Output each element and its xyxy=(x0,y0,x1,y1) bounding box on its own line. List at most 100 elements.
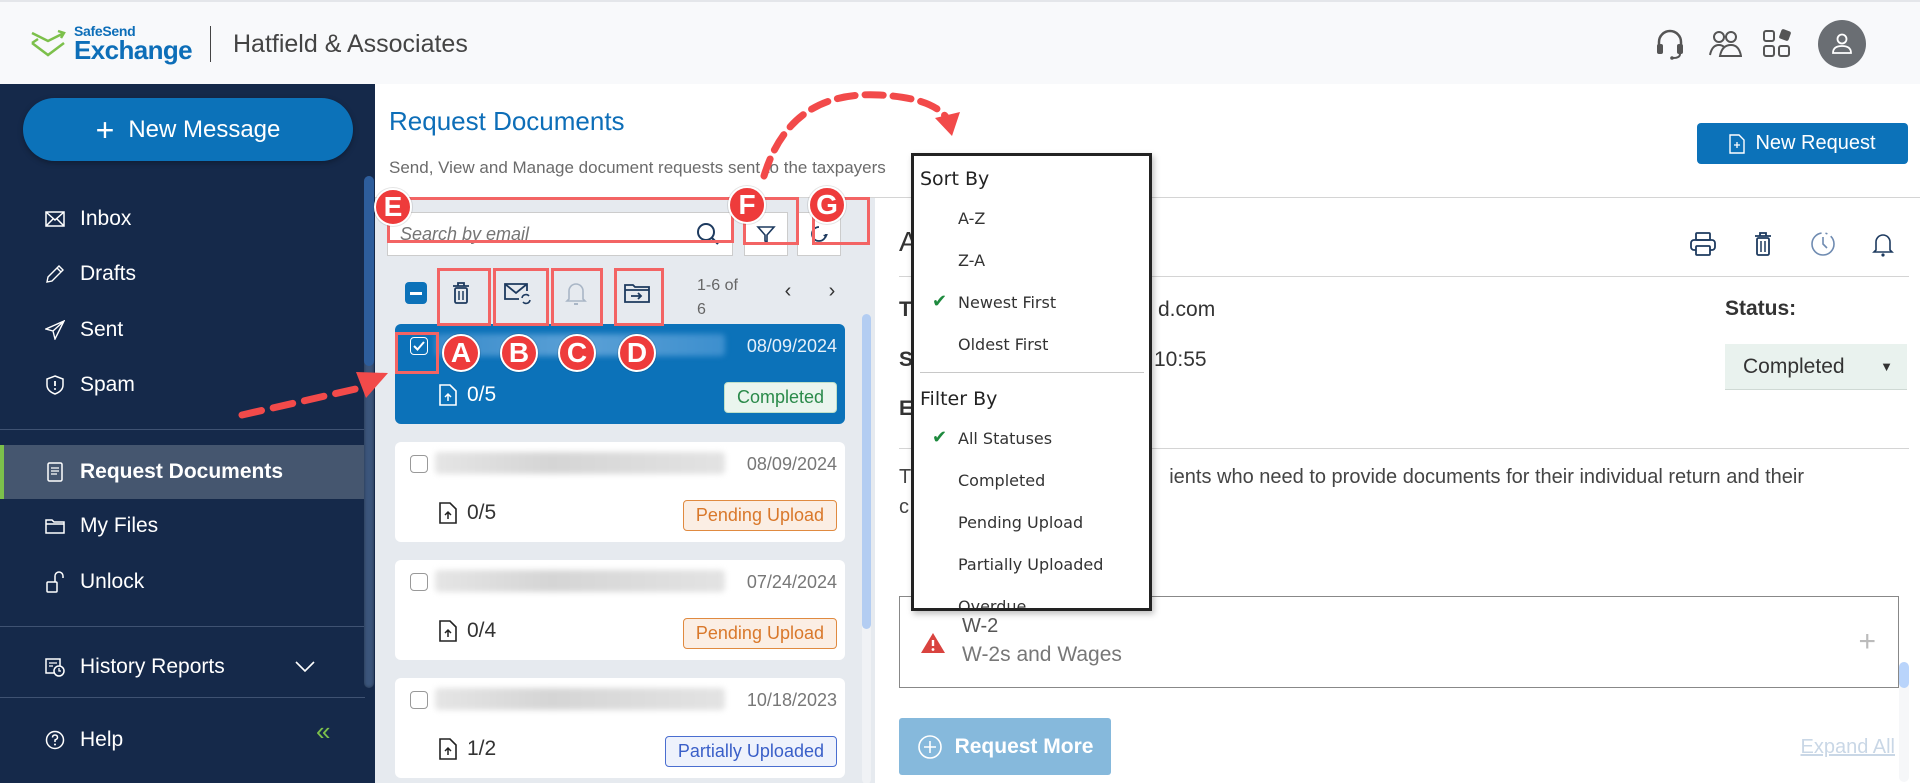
search-icon[interactable] xyxy=(696,222,720,246)
upload-count-value: 1/2 xyxy=(467,737,497,760)
sort-by-heading: Sort By xyxy=(920,168,990,190)
new-request-label: New Request xyxy=(1755,132,1876,154)
list-toolbar: 1-6 of 6 ‹ › xyxy=(375,264,875,318)
expand-plus-icon[interactable]: + xyxy=(1858,625,1876,659)
sidebar-item-sent[interactable]: Sent xyxy=(0,303,365,357)
search-box[interactable] xyxy=(387,212,733,256)
resend-email-icon[interactable] xyxy=(495,270,541,316)
to-label: T xyxy=(899,298,912,321)
refresh-icon xyxy=(811,226,828,242)
request-date: 07/24/2024 xyxy=(746,572,837,592)
row-checkbox[interactable] xyxy=(410,455,428,473)
logo-mark-icon xyxy=(31,29,66,57)
filter-option-overdue[interactable]: Overdue xyxy=(958,597,1026,608)
upload-count: 0/5 xyxy=(439,383,496,407)
detail-actions xyxy=(1687,228,1899,260)
send-icon xyxy=(44,319,66,341)
redacted-email xyxy=(435,452,725,474)
new-message-button[interactable]: + New Message xyxy=(23,98,353,161)
delete-icon[interactable] xyxy=(438,270,484,316)
filter-icon xyxy=(756,226,776,244)
request-more-button[interactable]: Request More xyxy=(899,718,1111,775)
sidebar-item-request-documents[interactable]: Request Documents xyxy=(0,445,365,499)
sidebar-item-inbox[interactable]: Inbox xyxy=(0,192,365,246)
page-title: Request Documents xyxy=(389,106,625,136)
annotation-marker-a: A xyxy=(442,334,480,372)
sidebar-item-history-reports[interactable]: History Reports xyxy=(0,640,365,694)
chevron-down-icon[interactable] xyxy=(295,655,315,679)
annotation-marker-c: C xyxy=(558,334,596,372)
reminder-bell-icon[interactable] xyxy=(553,270,599,316)
detail-scrollbar-thumb[interactable] xyxy=(1899,662,1909,688)
request-list-item[interactable]: 07/24/2024 0/4 Pending Upload xyxy=(395,560,845,660)
contacts-icon[interactable] xyxy=(1707,26,1743,62)
user-avatar-icon[interactable] xyxy=(1818,20,1866,68)
headset-icon[interactable] xyxy=(1652,26,1688,62)
select-all-checkbox[interactable] xyxy=(405,282,427,304)
sidebar-item-label: Inbox xyxy=(80,207,132,230)
document-name: W-2s and Wages xyxy=(962,643,1122,666)
request-list-item[interactable]: 08/09/2024 0/5 Pending Upload xyxy=(395,442,845,542)
apps-icon[interactable] xyxy=(1760,26,1796,62)
filter-option-pending-upload[interactable]: Pending Upload xyxy=(958,513,1083,532)
detail-scrollbar[interactable] xyxy=(1899,662,1909,782)
annotation-marker-g: G xyxy=(808,186,846,224)
safesend-logo[interactable]: SafeSend Exchange xyxy=(28,24,193,63)
history-clock-icon[interactable] xyxy=(1807,228,1839,260)
sidebar-scrollbar-thumb[interactable] xyxy=(364,176,374,366)
sidebar-item-drafts[interactable]: Drafts xyxy=(0,247,365,301)
firm-name: Hatfield & Associates xyxy=(233,30,468,58)
caret-down-icon: ▼ xyxy=(1880,359,1893,374)
checkmark-icon: ✔ xyxy=(932,291,948,312)
description-line2: c xyxy=(899,496,909,518)
file-upload-icon xyxy=(439,502,457,524)
list-scrollbar[interactable] xyxy=(862,314,871,783)
sidebar-item-label: My Files xyxy=(80,514,159,537)
filter-option-partially-uploaded[interactable]: Partially Uploaded xyxy=(958,555,1103,574)
sidebar-item-label: Request Documents xyxy=(80,460,284,483)
sidebar-item-spam[interactable]: Spam xyxy=(0,358,365,412)
status-badge: Pending Upload xyxy=(682,618,837,649)
status-dropdown[interactable]: Completed ▼ xyxy=(1725,344,1907,390)
reminder-bell-icon[interactable] xyxy=(1867,228,1899,260)
filter-option-completed[interactable]: Completed xyxy=(958,471,1045,490)
sidebar-item-my-files[interactable]: My Files xyxy=(0,499,365,553)
row-checkbox[interactable] xyxy=(410,337,428,355)
redacted-email xyxy=(435,570,725,592)
status-label: Status: xyxy=(1725,297,1797,320)
warning-icon xyxy=(921,633,945,653)
print-icon[interactable] xyxy=(1687,228,1719,260)
unlock-icon xyxy=(44,571,66,593)
to-value: d.com xyxy=(1158,298,1216,321)
previous-page-icon[interactable]: ‹ xyxy=(777,280,799,302)
new-message-label: New Message xyxy=(128,115,281,143)
sidebar-item-unlock[interactable]: Unlock xyxy=(0,555,365,609)
delete-icon[interactable] xyxy=(1747,228,1779,260)
sort-option-oldest-first[interactable]: Oldest First xyxy=(958,335,1048,354)
search-input[interactable] xyxy=(400,223,696,245)
sort-option-newest-first[interactable]: Newest First xyxy=(958,293,1056,312)
sidebar-scrollbar[interactable] xyxy=(364,176,374,688)
collapse-sidebar-icon[interactable]: « xyxy=(316,716,330,747)
expand-all-link[interactable]: Expand All xyxy=(1800,736,1895,759)
next-page-icon[interactable]: › xyxy=(821,280,843,302)
menu-divider xyxy=(920,372,1144,373)
row-checkbox[interactable] xyxy=(410,691,428,709)
sort-option-a-z[interactable]: A-Z xyxy=(958,209,985,228)
filter-option-all-statuses[interactable]: All Statuses xyxy=(958,429,1052,448)
list-scrollbar-thumb[interactable] xyxy=(862,314,871,629)
request-list-item[interactable]: 10/18/2023 1/2 Partially Uploaded xyxy=(395,678,845,778)
new-request-button[interactable]: New Request xyxy=(1697,123,1908,164)
sidebar-item-help[interactable]: Help xyxy=(0,713,365,767)
upload-count: 1/2 xyxy=(439,737,496,761)
move-to-folder-icon[interactable] xyxy=(614,270,660,316)
page-subtitle: Send, View and Manage document requests … xyxy=(389,158,886,177)
sort-option-z-a[interactable]: Z-A xyxy=(958,251,985,270)
upload-count-value: 0/4 xyxy=(467,619,497,642)
filter-by-heading: Filter By xyxy=(920,388,998,410)
sidebar-divider xyxy=(0,429,365,430)
sidebar-item-label: Sent xyxy=(80,318,124,341)
description-text: ients who need to provide documents for … xyxy=(1169,466,1805,488)
sidebar: + New Message Inbox Drafts Sent Spam Req… xyxy=(0,84,375,783)
row-checkbox[interactable] xyxy=(410,573,428,591)
